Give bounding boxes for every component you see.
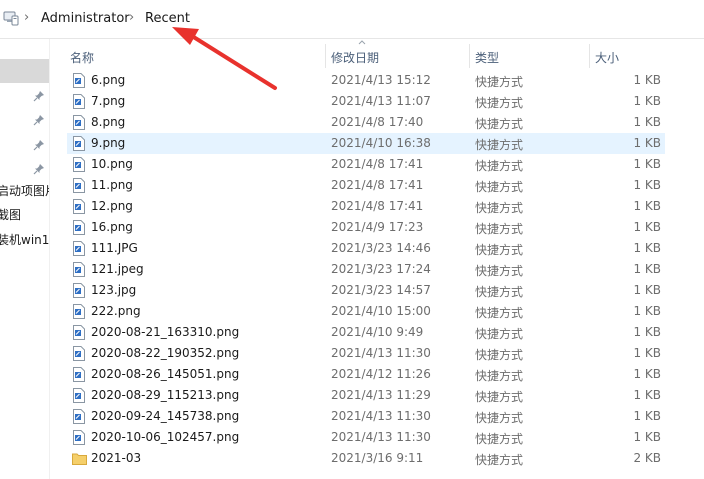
annotation-arrow-icon (172, 27, 277, 90)
